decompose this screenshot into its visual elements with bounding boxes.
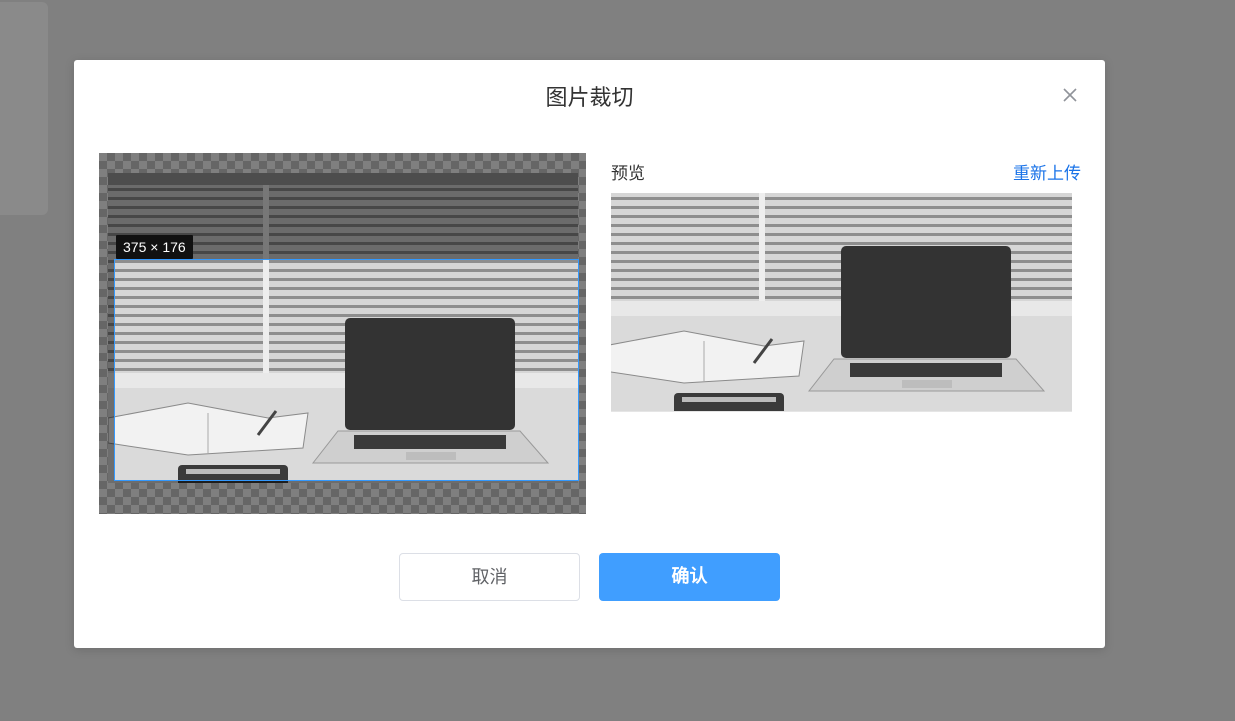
confirm-button[interactable]: 确认	[599, 553, 780, 601]
preview-label: 预览	[611, 164, 645, 184]
image-crop-dialog: 图片裁切 375 × 176 预览 重新上传 取消 确认	[74, 60, 1105, 648]
reupload-link[interactable]: 重新上传	[1013, 163, 1081, 185]
image-cropper[interactable]: 375 × 176	[99, 153, 586, 514]
crop-size-label: 375 × 176	[116, 235, 193, 259]
crop-preview	[611, 193, 1072, 412]
crop-selection-box[interactable]	[114, 259, 579, 481]
dialog-title: 图片裁切	[545, 86, 634, 111]
close-icon[interactable]	[1059, 84, 1081, 106]
cancel-button[interactable]: 取消	[399, 553, 580, 601]
background-card	[0, 2, 48, 215]
